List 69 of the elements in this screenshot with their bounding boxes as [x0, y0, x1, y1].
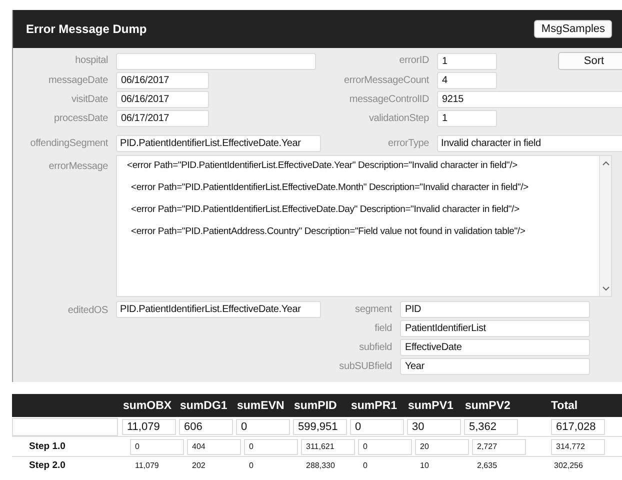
sort-button[interactable]: Sort	[558, 52, 622, 70]
input-field[interactable]: 1	[437, 110, 497, 127]
table-cell-text: 0	[362, 460, 368, 470]
field-label: messageControlID	[348, 92, 429, 106]
table-cell[interactable]: 404	[187, 438, 241, 454]
field-label: errorMessage	[48, 160, 108, 174]
field-label: errorID	[398, 54, 429, 68]
column-header: sumPR1	[350, 400, 398, 412]
row-label: Step 1.0	[28, 441, 66, 452]
column-header: sumPV2	[464, 400, 512, 412]
field-label: messageDate	[48, 74, 108, 88]
table-cell[interactable]: 11,079	[122, 418, 176, 434]
table-cell[interactable]: 617,028	[551, 418, 605, 434]
table-cell[interactable]: 311,621	[301, 438, 355, 454]
table-cell[interactable]: 606	[179, 418, 233, 434]
input-field[interactable]: Invalid character in field	[437, 135, 622, 152]
input-field[interactable]: EffectiveDate	[400, 339, 590, 356]
table-cell[interactable]: 30	[407, 418, 461, 434]
table-cell[interactable]: 2,727	[472, 438, 526, 454]
field-label: editedOS	[66, 304, 108, 318]
column-header: sumEVN	[236, 400, 286, 412]
table-cell[interactable]: 0	[358, 438, 412, 454]
table-cell-text: 11,079	[134, 460, 160, 470]
field-label: processDate	[53, 112, 108, 126]
table-cell-text: 288,330	[305, 460, 336, 470]
table-cell[interactable]: 5,362	[464, 418, 518, 434]
field-label: segment	[354, 302, 392, 316]
table-cell-text: 0	[248, 460, 254, 470]
table-cell[interactable]: 0	[244, 438, 298, 454]
table-cell-text: 10	[419, 460, 430, 470]
column-header: sumDG1	[179, 400, 228, 412]
table-cell[interactable]: 314,772	[551, 438, 605, 454]
field-label: subSUBfield	[338, 360, 392, 374]
table-cell[interactable]: 20	[415, 438, 469, 454]
input-field[interactable]: 1	[437, 52, 497, 70]
input-field[interactable]: 06/16/2017	[116, 72, 209, 89]
field-label: validationStep	[368, 112, 429, 126]
input-field[interactable]: PID.PatientIdentifierList.EffectiveDate.Year	[116, 135, 321, 152]
row-label: Step 2.0	[28, 460, 66, 470]
column-header: sumOBX	[122, 400, 173, 412]
field-label: hospital	[74, 54, 108, 68]
table-cell[interactable]: 0	[236, 418, 290, 434]
column-header: sumPID	[293, 400, 338, 412]
table-cell[interactable]: 0	[350, 418, 404, 434]
input-field[interactable]: 4	[437, 72, 497, 89]
field-label: visitDate	[70, 92, 108, 106]
field-label: offendingSegment	[29, 136, 108, 150]
column-header: Total	[550, 400, 579, 412]
input-field[interactable]: 06/16/2017	[116, 91, 209, 108]
table-cell[interactable]: 599,951	[293, 418, 347, 434]
input-field[interactable]: PID	[400, 301, 590, 318]
field-label: errorMessageCount	[343, 74, 429, 88]
input-field[interactable]: PID.PatientIdentifierList.EffectiveDate.Year	[116, 301, 321, 318]
column-header: sumPV1	[407, 400, 454, 412]
table-cell-text: 2,635	[476, 460, 498, 470]
table-cell-text: 202	[191, 460, 206, 470]
field-label: field	[374, 322, 392, 336]
input-field[interactable]: 9215	[437, 91, 622, 108]
input-field[interactable]: PatientIdentifierList	[400, 320, 590, 337]
table-cell[interactable]: 0	[130, 438, 184, 454]
input-field[interactable]	[116, 52, 316, 70]
input-field[interactable]	[12, 418, 118, 436]
msg-samples-button[interactable]: MsgSamples	[534, 20, 612, 38]
input-field[interactable]: 06/17/2017	[116, 110, 209, 127]
field-label: subfield	[358, 340, 392, 354]
input-field[interactable]: Year	[400, 358, 590, 375]
window-title: Error Message Dump	[26, 22, 147, 36]
table-cell-text: 302,256	[553, 460, 584, 470]
field-label: errorType	[387, 136, 429, 150]
